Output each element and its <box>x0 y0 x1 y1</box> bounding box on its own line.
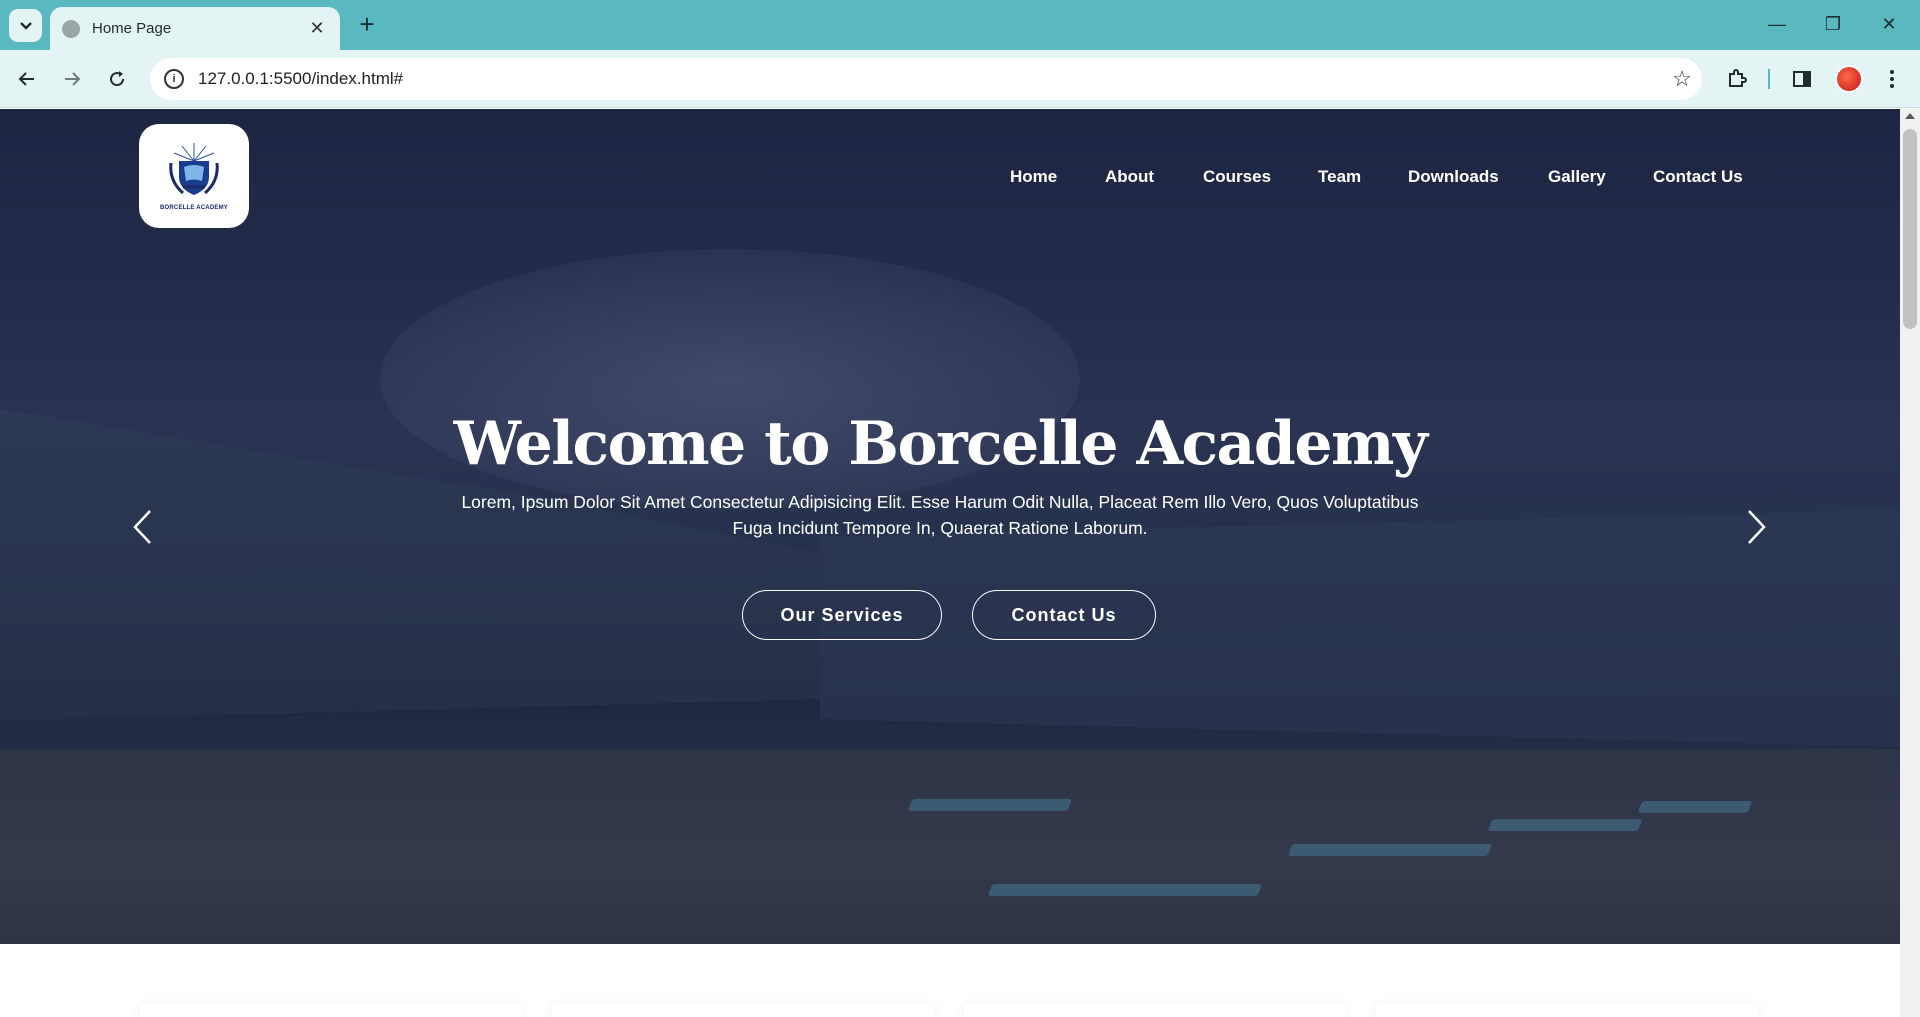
tab-search-button[interactable] <box>9 9 42 42</box>
scroll-up-arrow-icon[interactable] <box>1905 113 1915 119</box>
reload-button[interactable] <box>101 63 133 95</box>
arrow-right-icon <box>65 72 81 86</box>
profile-avatar[interactable] <box>1835 65 1863 93</box>
logo-text: BORCELLE ACADEMY <box>160 205 228 211</box>
back-button[interactable] <box>11 63 43 95</box>
nav-gallery[interactable]: Gallery <box>1548 167 1606 187</box>
nav-contact-us[interactable]: Contact Us <box>1653 167 1743 187</box>
scrollbar-thumb[interactable] <box>1903 129 1917 329</box>
close-window-button[interactable]: ✕ <box>1861 8 1917 40</box>
browser-tabstrip: Home Page ✕ + — ❐ ✕ <box>0 0 1920 50</box>
building-right <box>820 509 1900 747</box>
site-info-icon[interactable]: i <box>164 69 184 89</box>
nav-courses[interactable]: Courses <box>1203 167 1271 187</box>
new-tab-button[interactable]: + <box>352 10 382 40</box>
toolbar-divider <box>1768 69 1770 89</box>
more-vertical-icon <box>1890 70 1894 88</box>
restore-button[interactable]: ❐ <box>1805 8 1861 40</box>
chevron-right-icon <box>1748 510 1766 544</box>
bench-shape <box>907 799 1073 811</box>
tab-close-icon[interactable]: ✕ <box>306 18 328 39</box>
bench-shape <box>1637 801 1753 813</box>
hero-section: BORCELLE ACADEMY Home About Courses Team… <box>0 109 1900 944</box>
nav-downloads[interactable]: Downloads <box>1408 167 1499 187</box>
puzzle-icon <box>1729 69 1747 87</box>
page-viewport: BORCELLE ACADEMY Home About Courses Team… <box>0 109 1900 1017</box>
globe-icon <box>62 19 80 38</box>
browser-tab-active[interactable]: Home Page ✕ <box>50 7 340 50</box>
arrow-left-icon <box>18 72 34 86</box>
bench-shape <box>987 884 1263 896</box>
address-bar[interactable]: i 127.0.0.1:5500/index.html# ☆ <box>150 58 1702 100</box>
carousel-next-button[interactable] <box>1742 507 1772 547</box>
carousel-prev-button[interactable] <box>127 507 157 547</box>
browser-menu-button[interactable] <box>1876 63 1908 95</box>
hero-background-courtyard <box>0 749 1900 944</box>
nav-about[interactable]: About <box>1105 167 1154 187</box>
nav-team[interactable]: Team <box>1318 167 1361 187</box>
hero-subtitle: Lorem, Ipsum Dolor Sit Amet Consectetur … <box>461 492 1419 538</box>
our-services-button[interactable]: Our Services <box>742 590 942 640</box>
bench-shape <box>1287 844 1493 856</box>
page-scrollbar[interactable] <box>1900 109 1920 1017</box>
features-section <box>0 944 1900 1017</box>
feature-card <box>140 1004 522 1017</box>
url-text[interactable]: 127.0.0.1:5500/index.html# <box>198 69 1662 89</box>
contact-us-button[interactable]: Contact Us <box>972 590 1156 640</box>
chevron-down-icon <box>19 21 32 30</box>
academy-crest-icon <box>169 143 219 195</box>
hero-title: Welcome to Borcelle Academy <box>453 409 1428 479</box>
browser-toolbar: i 127.0.0.1:5500/index.html# ☆ <box>0 50 1920 108</box>
reload-icon <box>110 71 125 87</box>
nav-home[interactable]: Home <box>1010 167 1057 187</box>
tab-title: Home Page <box>92 20 172 37</box>
feature-card <box>964 1004 1346 1017</box>
feature-card <box>1376 1004 1758 1017</box>
side-panel-button[interactable] <box>1786 63 1818 95</box>
side-panel-icon <box>1793 71 1811 87</box>
site-logo[interactable]: BORCELLE ACADEMY <box>139 124 249 228</box>
forward-button[interactable] <box>56 63 88 95</box>
minimize-button[interactable]: — <box>1749 8 1805 40</box>
bookmark-star-icon[interactable]: ☆ <box>1662 66 1702 92</box>
chevron-left-icon <box>133 510 151 544</box>
bench-shape <box>1487 819 1643 831</box>
extensions-button[interactable] <box>1721 63 1753 95</box>
feature-card <box>552 1004 934 1017</box>
